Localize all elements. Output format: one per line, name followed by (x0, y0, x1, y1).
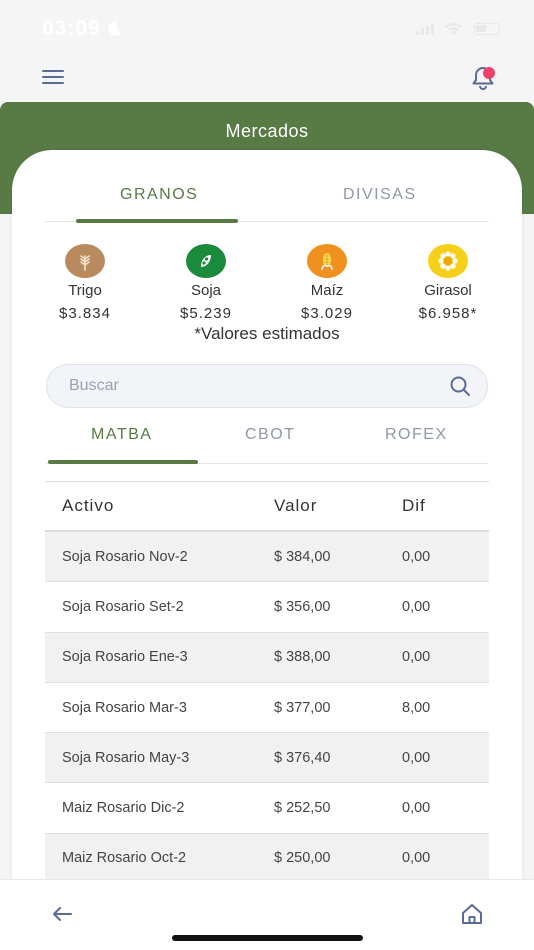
table-row[interactable]: Soja Rosario Ene-3 $ 388,00 0,00 (45, 632, 489, 683)
wheat-icon (65, 244, 105, 278)
grain-price: $6.958* (418, 305, 478, 322)
hamburger-menu-icon[interactable] (42, 70, 64, 84)
status-time-label: 03:09 (42, 17, 101, 40)
cell-activo: Maiz Rosario Dic-2 (62, 800, 185, 817)
search-box[interactable] (46, 364, 488, 408)
grain-name: Soja (190, 282, 222, 299)
home-icon[interactable] (460, 902, 484, 926)
home-indicator (172, 935, 363, 941)
cell-dif: 0,00 (402, 649, 431, 666)
cell-valor: $ 388,00 (274, 649, 331, 666)
cell-valor: $ 384,00 (274, 548, 331, 565)
cell-activo: Soja Rosario Mar-3 (62, 699, 187, 716)
cell-valor: $ 356,00 (274, 598, 331, 615)
cell-activo: Soja Rosario Nov-2 (62, 548, 188, 565)
notification-badge (483, 67, 495, 79)
moon-icon (107, 21, 122, 36)
soy-icon (186, 244, 226, 278)
battery-icon (474, 23, 500, 35)
tab-granos-indicator (76, 219, 238, 223)
main-tabs: GRANOS DIVISAS (45, 178, 489, 223)
search-input[interactable] (69, 377, 449, 395)
cell-dif: 0,00 (402, 598, 431, 615)
cell-dif: 0,00 (402, 548, 431, 565)
status-icons (416, 22, 500, 36)
market-tabs: MATBA CBOT ROFEX (46, 418, 488, 464)
cell-dif: 0,00 (402, 749, 431, 766)
table-row[interactable]: Soja Rosario Nov-2 $ 384,00 0,00 (45, 532, 489, 583)
tab-cbot[interactable]: CBOT (245, 426, 295, 444)
table-row[interactable]: Maiz Rosario Oct-2 $ 250,00 0,00 (45, 833, 489, 885)
sunflower-icon (428, 244, 468, 278)
status-bar: 03:09 (0, 0, 534, 58)
table-header: Activo Valor Dif (45, 482, 489, 532)
cell-valor: $ 252,50 (274, 800, 331, 817)
grain-price: $3.029 (301, 305, 353, 322)
back-arrow-icon[interactable] (50, 904, 74, 924)
cell-dif: 0,00 (402, 850, 431, 867)
cell-valor: $ 377,00 (274, 699, 331, 716)
page-title: Mercados (225, 121, 309, 141)
search-icon[interactable] (449, 375, 471, 397)
cell-valor: $ 250,00 (274, 850, 331, 867)
grain-name: Trigo (68, 282, 102, 299)
table-row[interactable]: Soja Rosario Set-2 $ 356,00 0,00 (45, 582, 489, 633)
table-row[interactable]: Soja Rosario Mar-3 $ 377,00 8,00 (45, 682, 489, 734)
header-valor: Valor (274, 496, 318, 515)
table-row[interactable]: Maiz Rosario Dic-2 $ 252,50 0,00 (45, 783, 489, 834)
cell-dif: 0,00 (402, 800, 431, 817)
cell-dif: 8,00 (402, 699, 431, 716)
market-table: Activo Valor Dif Soja Rosario Nov-2 $ 38… (45, 481, 489, 885)
tab-matba-indicator (48, 460, 198, 464)
status-time: 03:09 (42, 17, 123, 41)
corn-icon (307, 244, 347, 278)
cell-activo: Soja Rosario Set-2 (62, 598, 184, 615)
grain-item-soja[interactable]: Soja $5.239 (151, 244, 261, 322)
header-dif: Dif (402, 496, 426, 515)
top-bar (0, 58, 534, 102)
tab-granos[interactable]: GRANOS (120, 186, 198, 204)
cell-activo: Soja Rosario May-3 (62, 749, 190, 766)
cell-activo: Soja Rosario Ene-3 (62, 649, 188, 666)
estimated-values-note: *Valores estimados (194, 324, 340, 343)
grain-price: $5.239 (180, 305, 232, 322)
table-row[interactable]: Soja Rosario May-3 $ 376,40 0,00 (45, 733, 489, 784)
signal-icon (416, 23, 434, 35)
grain-name: Maíz (310, 282, 344, 299)
grain-item-trigo[interactable]: Trigo $3.834 (30, 244, 140, 322)
tab-divisas[interactable]: DIVISAS (343, 186, 417, 204)
grain-item-girasol[interactable]: Girasol $6.958* (393, 244, 503, 322)
grain-price: $3.834 (59, 305, 111, 322)
grain-name: Girasol (424, 282, 472, 299)
wifi-icon (445, 22, 463, 35)
cell-activo: Maiz Rosario Oct-2 (62, 850, 187, 867)
tab-rofex[interactable]: ROFEX (385, 426, 448, 444)
tab-matba[interactable]: MATBA (91, 426, 152, 444)
cell-valor: $ 376,40 (274, 749, 331, 766)
header-activo: Activo (62, 496, 115, 515)
grain-item-maiz[interactable]: Maíz $3.029 (272, 244, 382, 322)
